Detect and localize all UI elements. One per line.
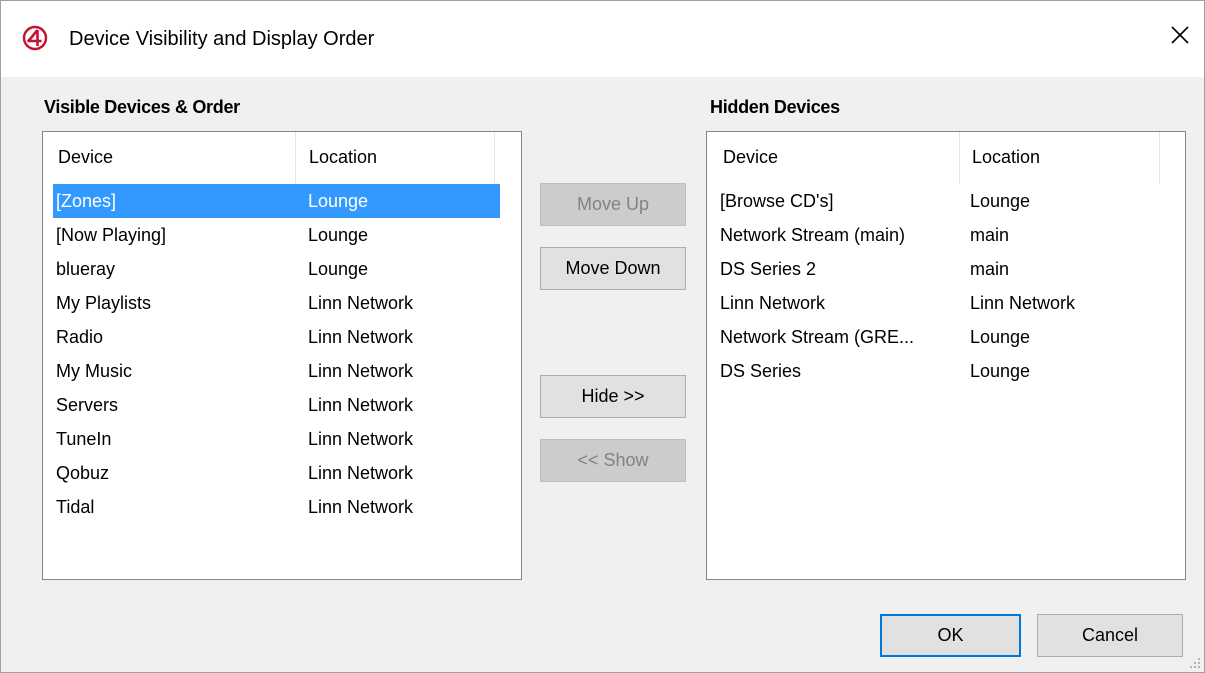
device-name: [Browse CD's] <box>720 191 834 211</box>
device-name: Servers <box>56 395 119 415</box>
column-header-device[interactable]: Device <box>723 147 778 168</box>
list-item[interactable]: Qobuz Linn Network <box>43 456 521 490</box>
column-header-location[interactable]: Location <box>972 147 1040 168</box>
device-location: Lounge <box>970 327 1031 347</box>
device-location: Linn Network <box>308 463 414 483</box>
device-location: Linn Network <box>308 327 414 347</box>
device-location: Lounge <box>970 361 1031 381</box>
device-name: DS Series 2 <box>720 259 817 279</box>
hide-button[interactable]: Hide >> <box>540 375 686 418</box>
device-name: DS Series <box>720 361 802 381</box>
ok-button[interactable]: OK <box>880 614 1021 657</box>
list-item[interactable]: Tidal Linn Network <box>43 490 521 524</box>
move-down-button[interactable]: Move Down <box>540 247 686 290</box>
column-divider[interactable] <box>494 132 495 184</box>
move-up-button[interactable]: Move Up <box>540 183 686 226</box>
list-item[interactable]: Network Stream (GRE... Lounge <box>707 320 1185 354</box>
list-item[interactable]: TuneIn Linn Network <box>43 422 521 456</box>
list-item[interactable]: blueray Lounge <box>43 252 521 286</box>
device-location: Lounge <box>308 259 369 279</box>
device-name: Qobuz <box>56 463 110 483</box>
cancel-button[interactable]: Cancel <box>1037 614 1183 657</box>
list-item[interactable]: Network Stream (main) main <box>707 218 1185 252</box>
list-item[interactable]: Servers Linn Network <box>43 388 521 422</box>
list-item[interactable]: My Music Linn Network <box>43 354 521 388</box>
list-item[interactable]: Radio Linn Network <box>43 320 521 354</box>
device-name: Tidal <box>56 497 95 517</box>
device-name: My Music <box>56 361 132 381</box>
list-item[interactable]: [Zones] Lounge <box>53 184 500 218</box>
list-item[interactable]: [Now Playing] Lounge <box>43 218 521 252</box>
column-header-device[interactable]: Device <box>58 147 113 168</box>
title-bar: Device Visibility and Display Order <box>1 1 1204 77</box>
device-name: [Zones] <box>56 191 117 211</box>
column-divider[interactable] <box>1159 132 1160 184</box>
device-location: Linn Network <box>308 429 414 449</box>
device-location: Linn Network <box>308 361 414 381</box>
visible-devices-list[interactable]: Device Location [Zones] Lounge [Now Playin… <box>42 131 522 580</box>
column-divider[interactable] <box>295 132 296 184</box>
list-item[interactable]: [Browse CD's] Lounge <box>707 184 1185 218</box>
close-button[interactable] <box>1160 15 1200 55</box>
resize-grip-icon[interactable] <box>1189 657 1201 669</box>
column-divider[interactable] <box>959 132 960 184</box>
device-location: Lounge <box>308 225 369 245</box>
list-item[interactable]: DS Series 2 main <box>707 252 1185 286</box>
hidden-devices-label: Hidden Devices <box>710 97 840 117</box>
hidden-rows: [Browse CD's] Lounge Network Stream (main)… <box>707 184 1185 388</box>
show-button[interactable]: << Show <box>540 439 686 482</box>
c4-logo-icon <box>22 25 48 51</box>
device-name: Radio <box>56 327 104 347</box>
device-location: Linn Network <box>308 497 414 517</box>
column-header-location[interactable]: Location <box>309 147 377 168</box>
device-location: main <box>970 225 1010 245</box>
device-name: blueray <box>56 259 116 279</box>
device-location: Linn Network <box>308 293 414 313</box>
device-name: Network Stream (GRE... <box>720 327 915 347</box>
device-location: Lounge <box>970 191 1031 211</box>
visible-devices-label: Visible Devices & Order <box>44 97 240 117</box>
list-item[interactable]: DS Series Lounge <box>707 354 1185 388</box>
device-location: Linn Network <box>970 293 1076 313</box>
close-icon <box>1171 26 1189 44</box>
window-title: Device Visibility and Display Order <box>69 28 375 50</box>
device-location: Linn Network <box>308 395 414 415</box>
list-header: Device Location <box>707 132 1185 184</box>
dialog-window: Device Visibility and Display Order Visi… <box>0 0 1205 673</box>
device-name: Linn Network <box>720 293 826 313</box>
list-item[interactable]: My Playlists Linn Network <box>43 286 521 320</box>
visible-rows: [Zones] Lounge [Now Playing] Lounge blueray L… <box>43 184 521 524</box>
device-name: [Now Playing] <box>56 225 167 245</box>
device-name: Network Stream (main) <box>720 225 906 245</box>
hidden-devices-list[interactable]: Device Location [Browse CD's] Lounge Netwo… <box>706 131 1186 580</box>
device-name: My Playlists <box>56 293 152 313</box>
device-location: Lounge <box>308 191 369 211</box>
device-name: TuneIn <box>56 429 112 449</box>
device-location: main <box>970 259 1010 279</box>
list-header: Device Location <box>43 132 521 184</box>
list-item[interactable]: Linn Network Linn Network <box>707 286 1185 320</box>
